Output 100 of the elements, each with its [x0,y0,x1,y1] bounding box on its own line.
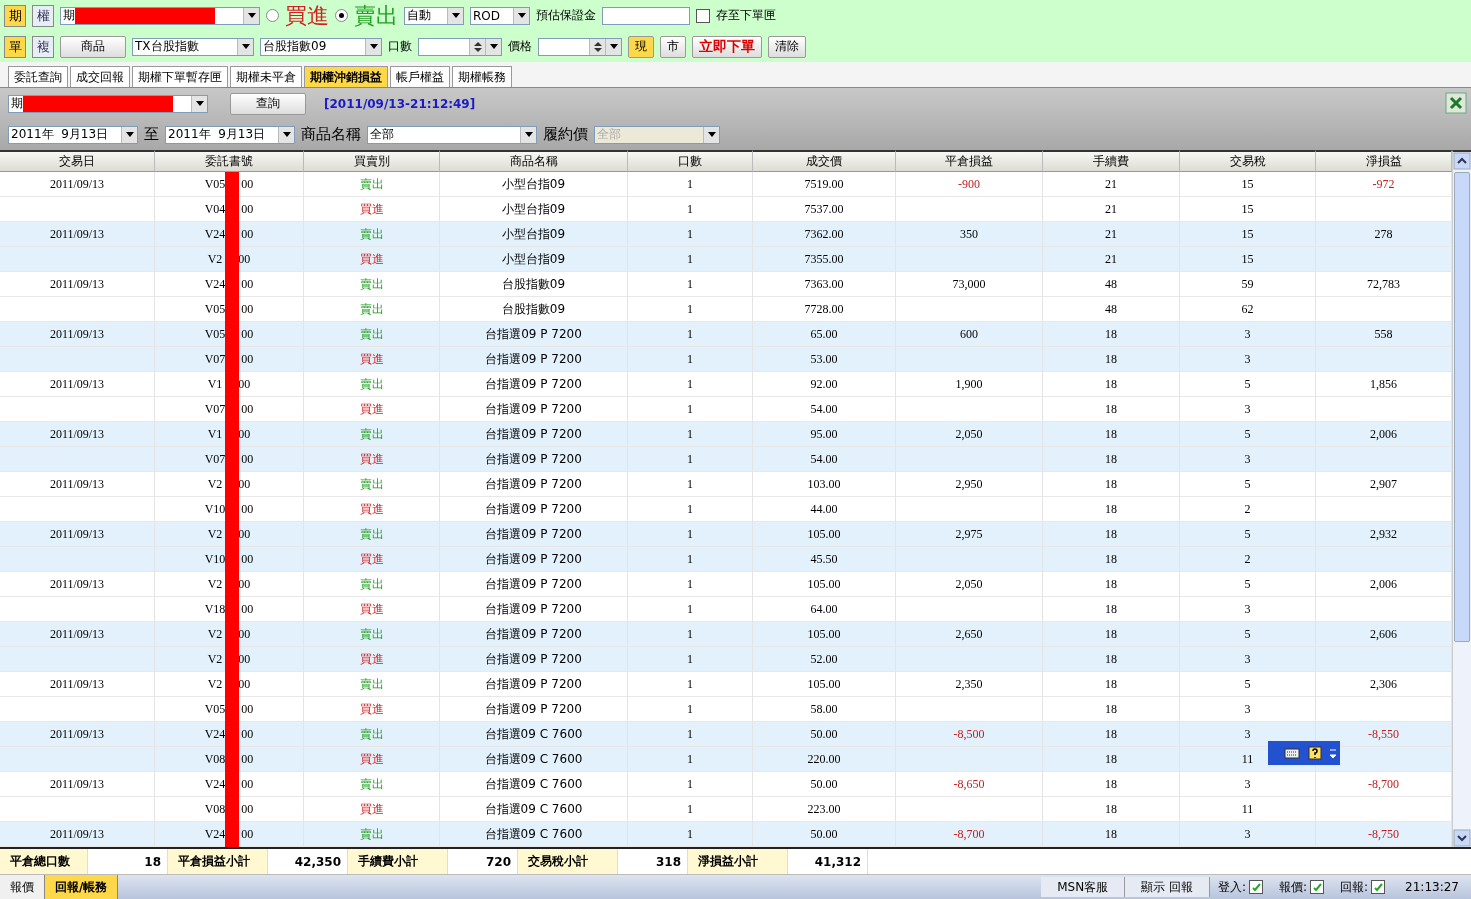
table-row[interactable]: V2 00 買進 小型台指09 1 7355.00 21 15 [0,247,1452,272]
account-dropdown[interactable]: 期 [60,6,260,25]
tab[interactable]: 期權未平倉 [230,66,302,87]
table-row[interactable]: 2011/09/13 V2 00 賣出 台指選09 P 7200 1 105.00 2,650 18 5 2,606 [0,622,1452,647]
product-name: 台指選09 P 7200 [485,350,582,368]
date-picker[interactable]: 2011年 9月13日 [8,125,138,144]
table-row[interactable]: 2011/09/13 V24 00 賣出 台股指數09 1 7363.00 73,000 48 59 72,783 [0,272,1452,297]
table-row[interactable]: 2011/09/13 V24 00 賣出 台指選09 C 7600 1 50.00 -8,500 18 3 -8,550 [0,722,1452,747]
side-text: 賣出 [359,625,384,643]
status-button[interactable]: MSN客服 [1041,877,1126,897]
price-type-button[interactable]: 現 [628,35,654,58]
table-row[interactable]: 2011/09/13 V24 00 賣出 台指選09 C 7600 1 50.00 -8,700 18 3 -8,750 [0,822,1452,847]
table-row[interactable]: 2011/09/13 V24 00 賣出 小型台指09 1 7362.00 350 21 15 278 [0,222,1452,247]
submit-button[interactable]: 立即下單 [692,35,762,58]
mode-button[interactable]: 期 [4,4,26,27]
summary-label: 淨損益小計 [688,849,788,874]
table-row[interactable]: V05 00 買進 台指選09 P 7200 1 58.00 18 3 [0,697,1452,722]
tab[interactable]: 成交回報 [70,66,130,87]
margin-field[interactable] [602,6,690,25]
scroll-thumb[interactable] [1454,172,1470,642]
scrollbar[interactable] [1452,150,1471,847]
table-row[interactable]: V08 00 買進 台指選09 C 7600 1 220.00 18 11 [0,747,1452,772]
contract-dropdown[interactable]: 台股指數09 [260,37,382,56]
table-row[interactable]: 2011/09/13 V05 00 賣出 小型台指09 1 7519.00 -900 21 15 -972 [0,172,1452,197]
date-picker[interactable]: 2011年 9月13日 [165,125,295,144]
clear-button[interactable]: 清除 [768,35,806,58]
close-pnl: -900 [958,176,980,192]
tab[interactable]: 期權下單暫存匣 [132,66,228,87]
column-header[interactable]: 商品名稱 [440,150,628,172]
tif-dropdown[interactable]: ROD [470,6,530,25]
product-name: 台指選09 P 7200 [485,425,582,443]
quantity-spinner[interactable] [538,37,622,56]
close-pnl: -8,700 [953,826,985,842]
product-button[interactable]: 商品 [60,35,126,58]
table-row[interactable]: V07 00 買進 台指選09 P 7200 1 54.00 18 3 [0,397,1452,422]
side-text: 賣出 [359,325,384,343]
column-header[interactable]: 平倉損益 [896,150,1043,172]
table-row[interactable]: V08 00 買進 台指選09 C 7600 1 223.00 18 11 [0,797,1452,822]
column-header[interactable]: 交易稅 [1180,150,1316,172]
table-row[interactable]: 2011/09/13 V2 00 賣出 台指選09 P 7200 1 105.00 2,975 18 5 2,932 [0,522,1452,547]
query-button[interactable]: 查詢 [230,92,306,115]
product-dropdown[interactable]: 全部 [367,125,537,144]
table-row[interactable]: V04 00 買進 小型台指09 1 7537.00 21 15 [0,197,1452,222]
column-header[interactable]: 手續費 [1043,150,1180,172]
indicator-label: 回報: [1340,878,1369,896]
bottom-tab[interactable]: 報價 [0,875,45,899]
menu-arrows-icon[interactable] [1330,747,1336,759]
mode-button[interactable]: 權 [32,4,54,27]
column-header[interactable]: 買賣別 [304,150,440,172]
save-checkbox[interactable] [696,8,710,23]
clock: 21:13:27 [1405,879,1459,896]
quantity-spinner[interactable] [418,37,502,56]
tab[interactable]: 期權沖銷損益 [304,66,388,87]
table-row[interactable]: 2011/09/13 V24 00 賣出 台指選09 C 7600 1 50.00 -8,650 18 3 -8,700 [0,772,1452,797]
column-header[interactable]: 口數 [628,150,753,172]
bottom-tab[interactable]: 回報/帳務 [45,875,119,899]
keyboard-icon[interactable] [1284,747,1300,759]
table-row[interactable]: V2 00 買進 台指選09 P 7200 1 52.00 18 3 [0,647,1452,672]
net-pnl: 2,932 [1370,526,1397,542]
scroll-up-icon[interactable] [1453,152,1471,170]
price-type-button[interactable]: 市 [660,35,686,58]
order-type-button[interactable]: 單 [4,35,26,58]
product-name: 台指選09 P 7200 [485,400,582,418]
table-row[interactable]: V18 00 買進 台指選09 P 7200 1 64.00 18 3 [0,597,1452,622]
ime-toolbar[interactable] [1268,741,1340,765]
table-row[interactable]: V07 00 買進 台指選09 P 7200 1 53.00 18 3 [0,347,1452,372]
table-row[interactable]: V10 00 買進 台指選09 P 7200 1 45.50 18 2 [0,547,1452,572]
radio-button[interactable] [335,9,348,22]
column-header[interactable]: 淨損益 [1316,150,1452,172]
help-icon[interactable] [1308,746,1322,760]
condition-dropdown[interactable]: 自動 [404,6,464,25]
spin-arrows-icon [473,40,482,53]
side-text: 賣出 [359,575,384,593]
product-dropdown[interactable]: TX台股指數 [132,37,254,56]
close-pnl: 2,975 [955,526,983,542]
table-row[interactable]: 2011/09/13 V2 00 賣出 台指選09 P 7200 1 105.00 2,350 18 5 2,306 [0,672,1452,697]
tab[interactable]: 帳戶權益 [390,66,450,87]
table-row[interactable]: 2011/09/13 V05 00 賣出 台指選09 P 7200 1 65.00 600 18 3 558 [0,322,1452,347]
table-row[interactable]: 2011/09/13 V2 00 賣出 台指選09 P 7200 1 103.00 2,950 18 5 2,907 [0,472,1452,497]
excel-export-icon[interactable] [1445,92,1467,114]
side-text: 買進 [359,500,384,518]
table-row[interactable]: 2011/09/13 V2 00 賣出 台指選09 P 7200 1 105.00 2,050 18 5 2,006 [0,572,1452,597]
table-row[interactable]: V10 00 買進 台指選09 P 7200 1 44.00 18 2 [0,497,1452,522]
table-row[interactable]: 2011/09/13 V1 00 賣出 台指選09 P 7200 1 95.00 2,050 18 5 2,006 [0,422,1452,447]
column-header[interactable]: 成交價 [753,150,896,172]
column-header[interactable]: 交易日 [0,150,155,172]
caret-icon [247,13,256,18]
column-header[interactable]: 委託書號 [155,150,304,172]
close-pnl: 1,900 [955,376,983,392]
indicator-label: 報價: [1279,878,1308,896]
radio-button[interactable] [266,9,279,22]
tab[interactable]: 委託查詢 [8,66,68,87]
tab[interactable]: 期權帳務 [452,66,512,87]
scroll-down-icon[interactable] [1453,829,1471,847]
table-row[interactable]: 2011/09/13 V1 00 賣出 台指選09 P 7200 1 92.00 1,900 18 5 1,856 [0,372,1452,397]
account-dropdown[interactable]: 期 [8,94,208,113]
table-row[interactable]: V05 00 賣出 台股指數09 1 7728.00 48 62 [0,297,1452,322]
order-type-button[interactable]: 複 [32,35,54,58]
status-button[interactable]: 顯示 回報 [1125,877,1210,897]
table-row[interactable]: V07 00 買進 台指選09 P 7200 1 54.00 18 3 [0,447,1452,472]
